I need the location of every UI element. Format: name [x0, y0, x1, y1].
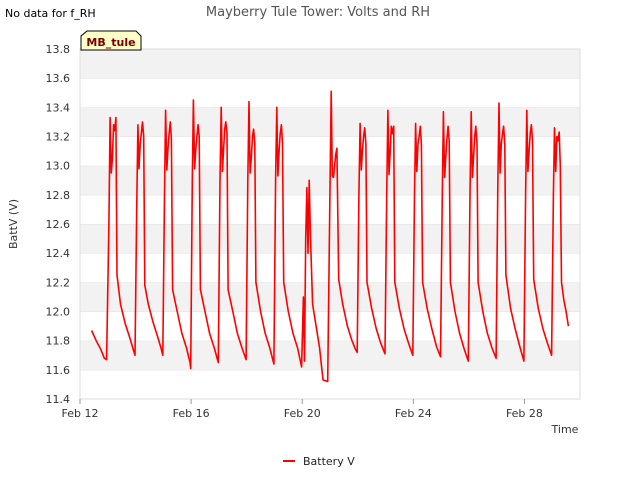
grid-band	[80, 369, 580, 399]
legend: Battery V	[283, 455, 355, 468]
y-tick-label: 13.6	[46, 72, 71, 85]
y-tick-label: 11.8	[46, 335, 71, 348]
battery-voltage-chart: 11.4 11.6 11.8 12.0 12.2 12.4 12.6 12.8 13.0 13.2…	[5, 5, 581, 468]
grid-band	[80, 282, 580, 312]
x-axis-ticks: Feb 12 Feb 16 Feb 20 Feb 24 Feb 28	[62, 399, 543, 420]
x-tick-label: Feb 12	[62, 407, 99, 420]
legend-label-battery-v: Battery V	[303, 455, 355, 468]
y-tick-label: 13.4	[46, 101, 71, 114]
y-tick-label: 11.4	[46, 393, 71, 406]
grid-band	[80, 78, 580, 108]
grid-band	[80, 340, 580, 370]
y-tick-label: 12.2	[46, 276, 71, 289]
x-tick-label: Feb 20	[284, 407, 321, 420]
x-tick-label: Feb 16	[173, 407, 210, 420]
site-tag-label: MB_tule	[86, 36, 135, 49]
site-tag: MB_tule	[80, 30, 142, 51]
y-tick-label: 12.4	[46, 247, 71, 260]
x-tick-label: Feb 28	[506, 407, 543, 420]
grid-band	[80, 49, 580, 79]
y-tick-label: 12.8	[46, 189, 71, 202]
y-axis-ticks: 11.4 11.6 11.8 12.0 12.2 12.4 12.6 12.8 13.0 13.2…	[46, 43, 71, 406]
x-tick-label: Feb 24	[395, 407, 432, 420]
y-tick-label: 13.2	[46, 131, 71, 144]
y-tick-label: 11.6	[46, 364, 71, 377]
y-tick-label: 12.0	[46, 306, 71, 319]
chart-title: Mayberry Tule Tower: Volts and RH	[206, 5, 430, 20]
y-tick-label: 13.0	[46, 160, 71, 173]
y-axis-label: BattV (V)	[7, 199, 20, 249]
x-axis-label: Time	[551, 423, 579, 436]
y-tick-label: 13.8	[46, 43, 71, 56]
no-data-note: No data for f_RH	[5, 7, 96, 20]
y-tick-label: 12.6	[46, 218, 71, 231]
